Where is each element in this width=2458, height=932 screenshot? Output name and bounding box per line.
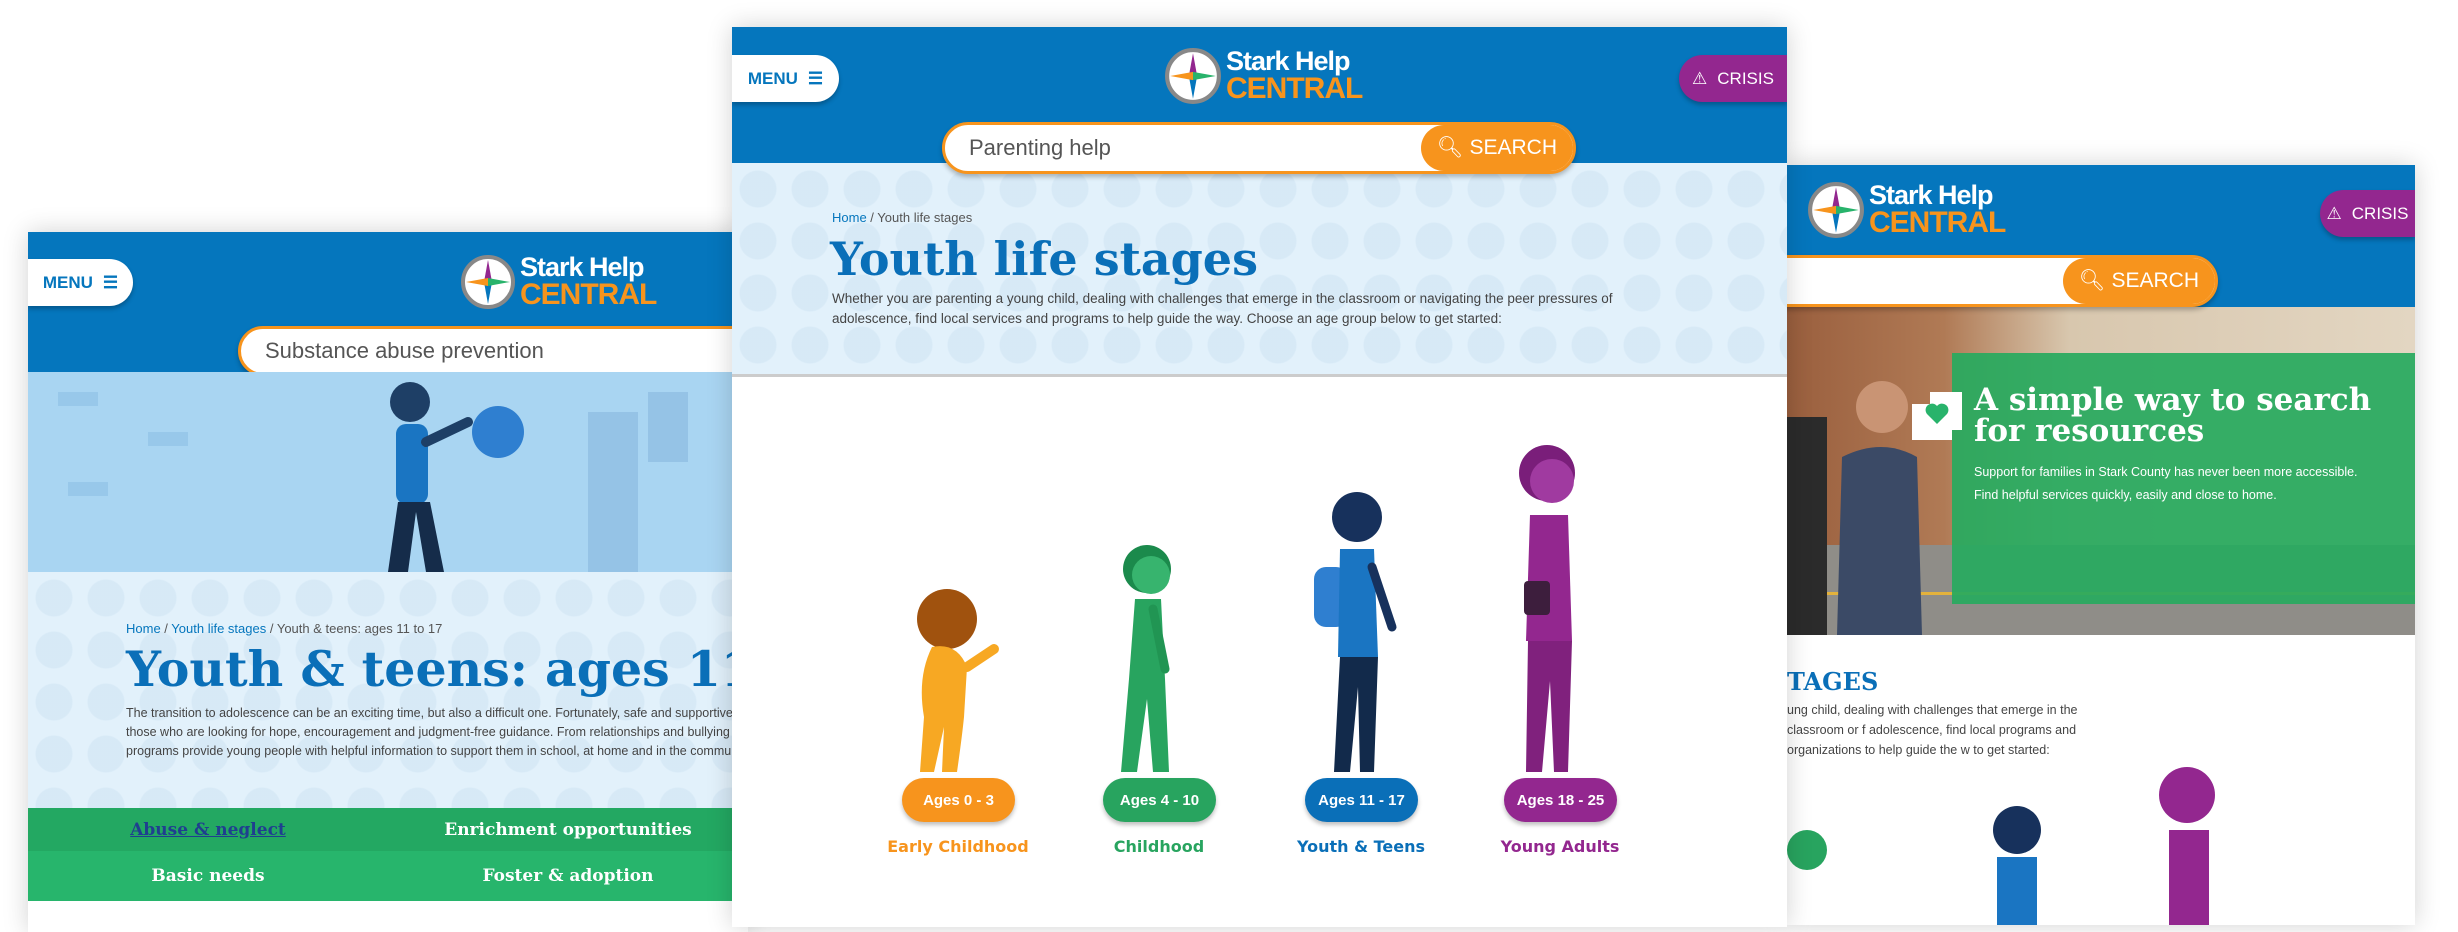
- section-title: TAGES: [1787, 667, 1879, 696]
- page-title: Youth & teens: ages 11 to 17: [126, 640, 748, 698]
- stage-link-youth-teens[interactable]: Youth & Teens: [1261, 837, 1461, 856]
- logo: Stark Help CENTRAL: [1164, 45, 1363, 105]
- magnifier-icon: 🔍︎: [2078, 269, 2106, 292]
- search-input[interactable]: Parenting help: [945, 135, 1421, 161]
- menu-label: MENU: [747, 68, 798, 88]
- compass-logo-icon: [1808, 182, 1864, 238]
- early-childhood-figure: [917, 589, 999, 772]
- category-row: Basic needs Foster & adoption: [28, 851, 748, 901]
- breadcrumb-home-link[interactable]: Home: [832, 210, 867, 225]
- stage-badge-label: Ages 0 - 3: [923, 791, 994, 809]
- hamburger-icon: ☰: [102, 272, 119, 292]
- childhood-figure: [1121, 545, 1171, 772]
- stage-button-early-childhood[interactable]: Ages 0 - 3: [902, 778, 1015, 822]
- young-adults-figure: [1519, 445, 1575, 772]
- search-bar[interactable]: Substance abuse prevention: [238, 326, 748, 376]
- logo-line2: CENTRAL: [1226, 71, 1363, 105]
- magnifier-icon: 🔍︎: [1436, 136, 1464, 159]
- search-button-label: SEARCH: [1469, 136, 1557, 159]
- hero-text: Support for families in Stark County has…: [1974, 465, 2358, 502]
- age-figures-preview: [1787, 767, 2215, 925]
- search-button[interactable]: 🔍︎ SEARCH: [2062, 258, 2215, 304]
- logo-line2: CENTRAL: [520, 277, 657, 311]
- stage-button-youth-teens[interactable]: Ages 11 - 17: [1305, 778, 1418, 822]
- stage-link-early-childhood[interactable]: Early Childhood: [858, 837, 1058, 856]
- search-bar[interactable]: Parenting help 🔍︎ SEARCH: [942, 122, 1576, 174]
- stage-badge-label: Ages 4 - 10: [1119, 791, 1200, 809]
- breadcrumb-current: Youth & teens: ages 11 to 17: [276, 621, 443, 636]
- logo-line1: Stark Help: [1226, 45, 1351, 76]
- category-link[interactable]: Abuse & neglect: [28, 820, 388, 840]
- search-button-label: SEARCH: [2111, 269, 2199, 292]
- stage-badge-label: Ages 11 - 17: [1318, 791, 1405, 809]
- compass-logo-icon: [461, 255, 515, 309]
- category-link[interactable]: Basic needs: [28, 866, 388, 886]
- menu-button[interactable]: MENU ☰: [28, 259, 133, 306]
- warning-icon: ⚠: [1692, 68, 1708, 88]
- menu-label: MENU: [42, 272, 93, 292]
- breadcrumb-parent-link[interactable]: Youth life stages: [171, 621, 266, 636]
- page-title: Youth life stages: [830, 232, 1258, 286]
- hamburger-icon: ☰: [807, 68, 824, 88]
- logo-line1: Stark Help: [520, 251, 645, 282]
- category-row: Abuse & neglect Enrichment opportunities: [28, 808, 748, 851]
- search-input[interactable]: Substance abuse prevention: [241, 338, 748, 364]
- intro-paragraph: The transition to adolescence can be an …: [126, 706, 748, 758]
- breadcrumb-current: Youth life stages: [877, 210, 973, 225]
- intro-paragraph: Whether you are parenting a young child,…: [832, 291, 1613, 326]
- breadcrumb: Home / Youth life stages: [832, 210, 973, 225]
- kid-with-ball-illustration: [58, 382, 688, 572]
- search-button[interactable]: 🔍︎ SEARCH: [1420, 125, 1573, 171]
- logo-line2: CENTRAL: [1869, 205, 2006, 239]
- crisis-label: CRISIS: [2351, 203, 2409, 223]
- youth-life-stages-page-mockup: MENU ☰ Stark Help CENTRAL ⚠ CRISIS Parent…: [732, 27, 1787, 927]
- hero-title: A simple way to search for resources: [1974, 382, 2372, 449]
- logo: Stark Help CENTRAL: [1807, 179, 2006, 239]
- compass-logo-icon: [1165, 48, 1221, 104]
- crisis-button[interactable]: ⚠ CRISIS: [2320, 190, 2415, 237]
- category-link[interactable]: Foster & adoption: [388, 866, 748, 886]
- stage-button-young-adults[interactable]: Ages 18 - 25: [1504, 778, 1617, 822]
- stage-link-young-adults[interactable]: Young Adults: [1460, 837, 1660, 856]
- youth-teens-figure: [1314, 492, 1397, 772]
- stage-badge-label: Ages 18 - 25: [1516, 791, 1605, 809]
- hero-illustration: [28, 372, 748, 572]
- homepage-mockup: Stark Help CENTRAL ⚠ CRISIS A simple way …: [1787, 165, 2415, 925]
- breadcrumb: Home / Youth life stages / Youth & teens…: [126, 621, 443, 636]
- search-bar[interactable]: 🔍︎ SEARCH: [1787, 255, 2218, 307]
- logo-line1: Stark Help: [1869, 179, 1994, 210]
- crisis-label: CRISIS: [1717, 68, 1774, 88]
- breadcrumb-home-link[interactable]: Home: [126, 621, 161, 636]
- stage-button-childhood[interactable]: Ages 4 - 10: [1103, 778, 1216, 822]
- youth-teens-page-mockup: MENU ☰ Stark Help CENTRAL Substance abuse…: [28, 232, 748, 932]
- logo: Stark Help CENTRAL: [460, 251, 657, 311]
- category-link[interactable]: Enrichment opportunities: [388, 820, 748, 840]
- crisis-button[interactable]: ⚠ CRISIS: [1679, 55, 1787, 102]
- warning-icon: ⚠: [2326, 203, 2342, 223]
- stage-link-childhood[interactable]: Childhood: [1059, 837, 1259, 856]
- stark-county-heart-icon: [1912, 392, 1962, 440]
- people-photo: [1787, 381, 1922, 635]
- menu-button[interactable]: MENU ☰: [732, 55, 839, 102]
